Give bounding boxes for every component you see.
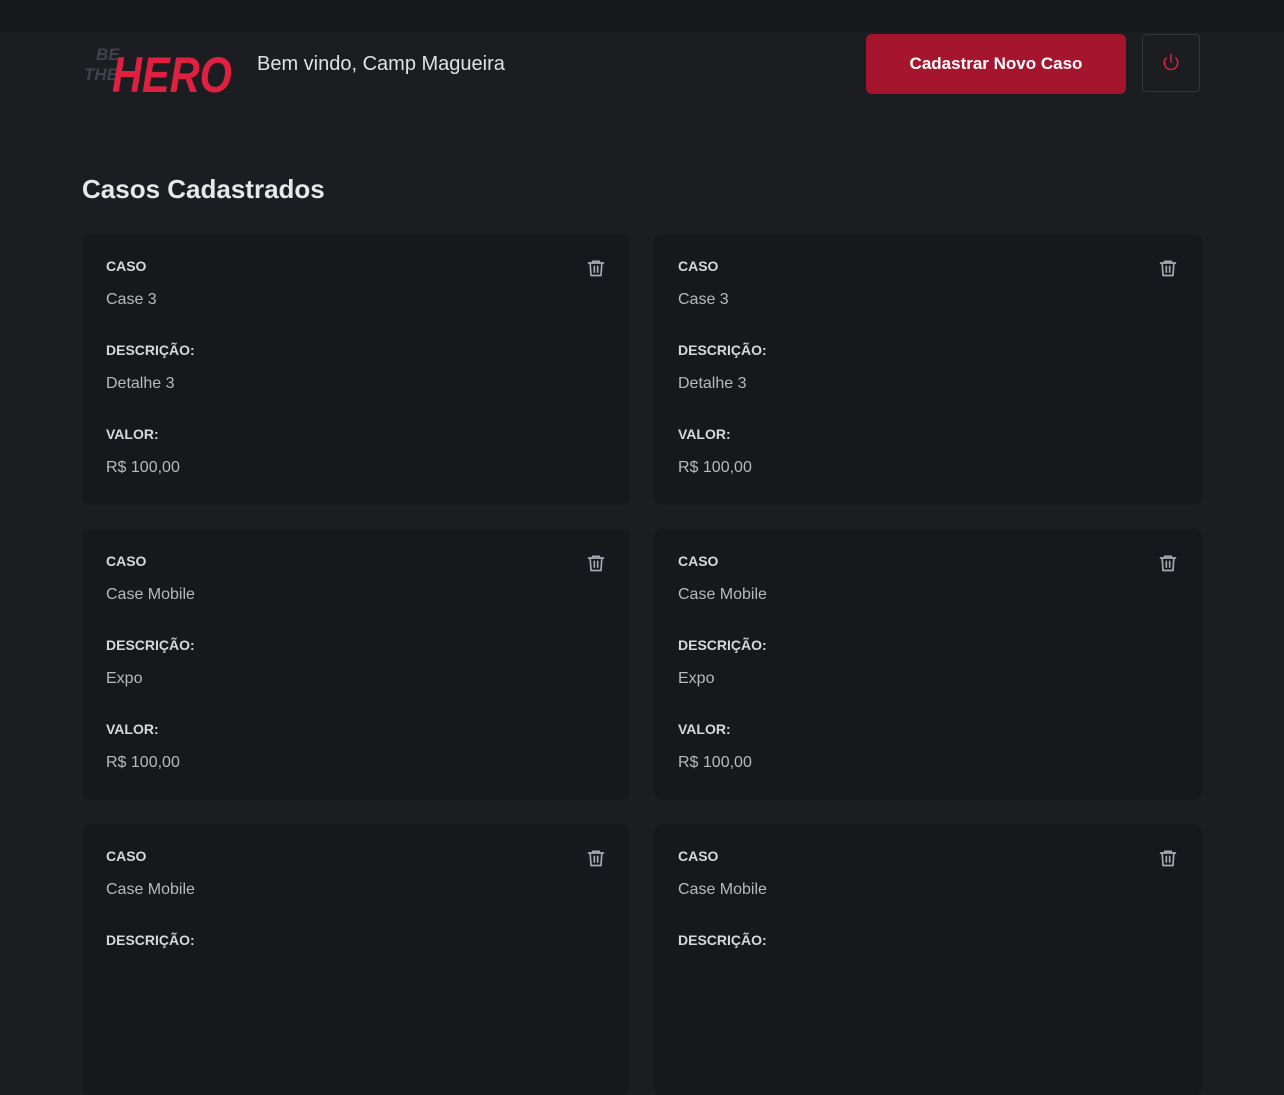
case-title: Case 3 xyxy=(678,291,729,308)
trash-icon[interactable] xyxy=(1158,553,1178,573)
main-container: BE THE HERO Bem vindo, Camp Magueira Cad… xyxy=(82,32,1202,1095)
description-label: DESCRIÇÃO: xyxy=(678,637,767,653)
case-description: Expo xyxy=(678,670,715,687)
case-label: CASO xyxy=(678,553,719,569)
case-description: Detalhe 3 xyxy=(678,375,747,392)
welcome-text: Bem vindo, Camp Magueira xyxy=(257,52,505,75)
trash-icon[interactable] xyxy=(586,848,606,868)
new-case-button[interactable]: Cadastrar Novo Caso xyxy=(866,34,1126,94)
value-label: VALOR: xyxy=(678,426,731,442)
case-card: CASO Case 3 DESCRIÇÃO: Detalhe 3 VALOR: … xyxy=(82,234,630,505)
case-description: Expo xyxy=(106,670,143,687)
top-strip xyxy=(0,0,1284,32)
cases-list: CASO Case 3 DESCRIÇÃO: Detalhe 3 VALOR: … xyxy=(82,234,1202,1095)
be-the-hero-logo: BE THE HERO xyxy=(82,32,234,96)
case-label: CASO xyxy=(106,258,147,274)
case-card: CASO Case 3 DESCRIÇÃO: Detalhe 3 VALOR: … xyxy=(654,234,1202,505)
description-label: DESCRIÇÃO: xyxy=(678,342,767,358)
description-label: DESCRIÇÃO: xyxy=(106,932,195,948)
value-label: VALOR: xyxy=(106,426,159,442)
trash-icon[interactable] xyxy=(1158,848,1178,868)
case-card: CASO Case Mobile DESCRIÇÃO: xyxy=(82,824,630,1095)
trash-icon[interactable] xyxy=(586,553,606,573)
case-value: R$ 100,00 xyxy=(678,459,752,476)
case-title: Case Mobile xyxy=(678,881,767,898)
case-value: R$ 100,00 xyxy=(678,754,752,771)
value-label: VALOR: xyxy=(106,721,159,737)
case-title: Case 3 xyxy=(106,291,157,308)
logout-button[interactable] xyxy=(1142,34,1200,92)
case-card: CASO Case Mobile DESCRIÇÃO: Expo VALOR: … xyxy=(82,529,630,800)
page-header: BE THE HERO Bem vindo, Camp Magueira Cad… xyxy=(82,32,1202,96)
description-label: DESCRIÇÃO: xyxy=(678,932,767,948)
power-icon xyxy=(1162,53,1180,74)
case-title: Case Mobile xyxy=(106,586,195,603)
case-card: CASO Case Mobile DESCRIÇÃO: xyxy=(654,824,1202,1095)
description-label: DESCRIÇÃO: xyxy=(106,342,195,358)
case-label: CASO xyxy=(678,848,719,864)
description-label: DESCRIÇÃO: xyxy=(106,637,195,653)
case-value: R$ 100,00 xyxy=(106,459,180,476)
value-label: VALOR: xyxy=(678,721,731,737)
case-value: R$ 100,00 xyxy=(106,754,180,771)
case-card: CASO Case Mobile DESCRIÇÃO: Expo VALOR: … xyxy=(654,529,1202,800)
case-description: Detalhe 3 xyxy=(106,375,175,392)
case-title: Case Mobile xyxy=(106,881,195,898)
trash-icon[interactable] xyxy=(1158,258,1178,278)
page-title: Casos Cadastrados xyxy=(82,174,325,204)
logo-hero-text: HERO xyxy=(112,47,232,96)
trash-icon[interactable] xyxy=(586,258,606,278)
case-label: CASO xyxy=(106,848,147,864)
case-label: CASO xyxy=(106,553,147,569)
case-label: CASO xyxy=(678,258,719,274)
case-title: Case Mobile xyxy=(678,586,767,603)
